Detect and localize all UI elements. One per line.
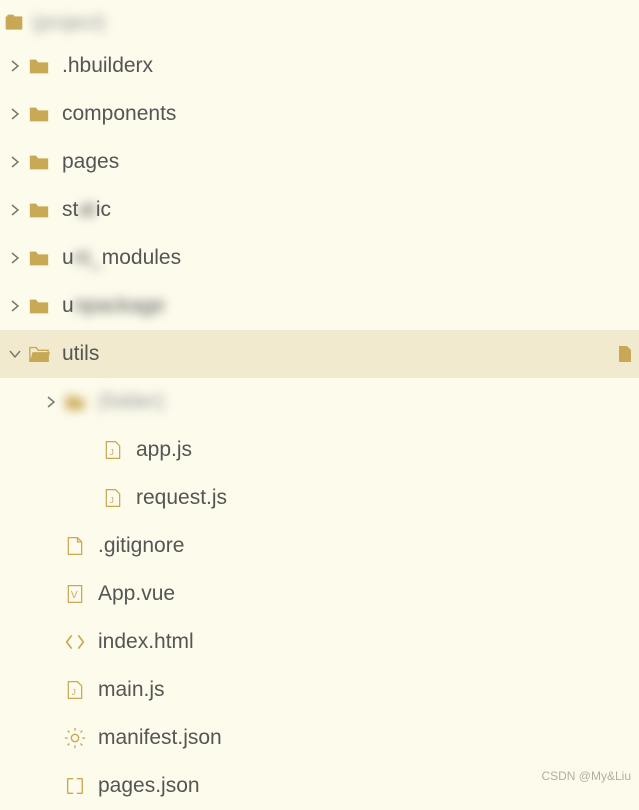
js-file-icon: J xyxy=(62,677,88,703)
chevron-down-icon xyxy=(4,348,26,360)
file-app-js[interactable]: • J app.js xyxy=(0,426,639,474)
svg-text:J: J xyxy=(72,687,76,697)
folder-utils[interactable]: utils xyxy=(0,330,639,378)
folder-hbuilderx[interactable]: .hbuilderx xyxy=(0,42,639,90)
svg-text:J: J xyxy=(110,495,114,505)
folder-icon xyxy=(26,53,52,79)
folder-uni-modules[interactable]: uni_modules xyxy=(0,234,639,282)
file-manifest-json[interactable]: • manifest.json xyxy=(0,714,639,762)
vue-file-icon: V xyxy=(62,581,88,607)
chevron-right-icon xyxy=(4,204,26,216)
chevron-right-icon xyxy=(4,300,26,312)
chevron-right-icon xyxy=(4,60,26,72)
manifest-file-icon xyxy=(62,725,88,751)
file-gitignore[interactable]: • .gitignore xyxy=(0,522,639,570)
chevron-right-icon xyxy=(40,396,62,408)
folder-pages[interactable]: pages xyxy=(0,138,639,186)
folder-icon xyxy=(26,197,52,223)
folder-label: uni_modules xyxy=(62,246,639,270)
chevron-right-icon xyxy=(4,252,26,264)
folder-icon xyxy=(62,389,88,415)
tree-root[interactable]: (project) xyxy=(0,4,639,42)
file-label: app.js xyxy=(136,438,639,462)
folder-label: static xyxy=(62,198,639,222)
file-label: request.js xyxy=(136,486,639,510)
watermark: CSDN @My&Liu xyxy=(541,769,631,783)
folder-icon xyxy=(26,245,52,271)
file-request-js[interactable]: • J request.js xyxy=(0,474,639,522)
file-label: .gitignore xyxy=(98,534,639,558)
folder-components[interactable]: components xyxy=(0,90,639,138)
svg-text:J: J xyxy=(110,447,114,457)
folder-blurred[interactable]: (folder) xyxy=(0,378,639,426)
folder-label: pages xyxy=(62,150,639,174)
file-label: index.html xyxy=(98,630,639,654)
folder-icon xyxy=(26,293,52,319)
file-index-html[interactable]: • index.html xyxy=(0,618,639,666)
html-file-icon xyxy=(62,629,88,655)
file-label: App.vue xyxy=(98,582,639,606)
file-label: manifest.json xyxy=(98,726,639,750)
folder-icon xyxy=(26,149,52,175)
json-file-icon xyxy=(62,773,88,799)
folder-static[interactable]: static xyxy=(0,186,639,234)
project-icon xyxy=(4,13,24,33)
folder-label: utils xyxy=(62,342,639,366)
chevron-right-icon xyxy=(4,108,26,120)
folder-label: unpackage xyxy=(62,294,639,318)
chevron-right-icon xyxy=(4,156,26,168)
folder-label: (folder) xyxy=(98,390,639,414)
root-label: (project) xyxy=(32,12,639,35)
file-tree: (project) .hbuilderx components pages st… xyxy=(0,0,639,810)
js-file-icon: J xyxy=(100,485,126,511)
file-main-js[interactable]: • J main.js xyxy=(0,666,639,714)
file-label: main.js xyxy=(98,678,639,702)
file-app-vue[interactable]: • V App.vue xyxy=(0,570,639,618)
folder-label: components xyxy=(62,102,639,126)
file-badge-icon xyxy=(617,344,633,364)
file-icon xyxy=(62,533,88,559)
folder-open-icon xyxy=(26,341,52,367)
folder-label: .hbuilderx xyxy=(62,54,639,78)
folder-icon xyxy=(26,101,52,127)
svg-text:V: V xyxy=(71,590,78,601)
js-file-icon: J xyxy=(100,437,126,463)
folder-unpackage[interactable]: unpackage xyxy=(0,282,639,330)
